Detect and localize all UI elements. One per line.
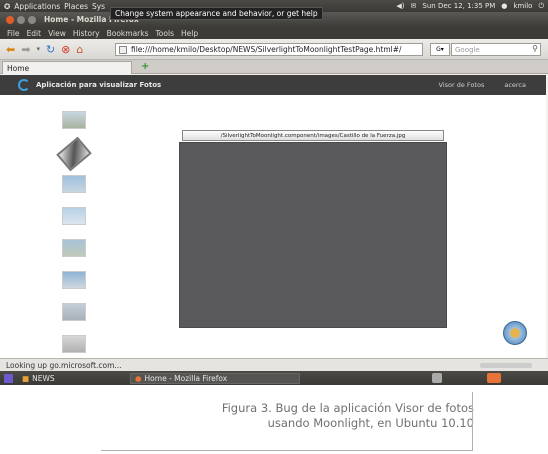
thumbnail[interactable] [62, 239, 86, 257]
task-firefox-label: Home - Mozilla Firefox [144, 374, 228, 383]
thumbnail[interactable] [62, 175, 86, 193]
user-icon: ● [501, 2, 508, 10]
firefox-icon: ● [135, 374, 142, 383]
search-icon[interactable]: ⚲ [532, 44, 538, 53]
status-progress [480, 363, 532, 368]
caption-divider-vertical [472, 392, 473, 451]
search-input[interactable]: Google ⚲ [451, 43, 541, 56]
thumbnail[interactable] [62, 207, 86, 225]
caption-line-1: Figura 3. Bug de la aplicación Visor de … [221, 401, 474, 415]
forward-arrow-icon[interactable]: ➡ [21, 44, 30, 55]
maximize-window-button[interactable] [28, 15, 36, 24]
close-window-button[interactable] [6, 15, 14, 24]
google-icon: G▾ [436, 46, 444, 53]
task-news[interactable]: ■ NEWS [4, 373, 55, 384]
nav-visor-de-fotos[interactable]: Visor de Fotos [439, 81, 485, 89]
home-icon[interactable]: ⌂ [76, 44, 83, 55]
user-name[interactable]: kmilo [513, 2, 532, 10]
workspace-switcher-icon[interactable] [487, 373, 501, 383]
photo-caption: /SilverlightToMoonlight.component/images… [182, 130, 444, 141]
desktop-screenshot: ✪ Applications Places Sys ◀) ✉ Sun Dec 1… [0, 0, 548, 385]
app-logo-icon [18, 79, 30, 91]
app-title: Aplicación para visualizar Fotos [36, 81, 162, 89]
minimize-window-button[interactable] [17, 15, 25, 24]
clock[interactable]: Sun Dec 12, 1:35 PM [422, 2, 495, 10]
photo-display [179, 142, 447, 328]
panel-indicators: ◀) ✉ Sun Dec 12, 1:35 PM ● kmilo ⏻ [396, 0, 544, 12]
volume-icon[interactable]: ◀) [396, 2, 404, 10]
tab-label: Home [7, 63, 30, 73]
app-nav: Visor de Fotos acerca [439, 75, 526, 95]
thumbnail-selected[interactable] [56, 136, 92, 172]
menu-places[interactable]: Places [64, 2, 88, 11]
menu-bookmarks[interactable]: Bookmarks [107, 29, 149, 38]
tab-home[interactable]: Home [2, 61, 132, 74]
task-news-label: NEWS [32, 374, 55, 383]
menubar: File Edit View History Bookmarks Tools H… [0, 27, 548, 39]
navigation-ring-icon[interactable] [503, 321, 527, 345]
folder-icon: ■ [22, 374, 30, 383]
trash-icon[interactable] [432, 373, 442, 383]
thumbnail[interactable] [62, 111, 86, 129]
page-favicon-icon [119, 45, 127, 54]
thumbnail[interactable] [62, 303, 86, 321]
thumbnail[interactable] [62, 335, 86, 353]
menu-file[interactable]: File [7, 29, 20, 38]
figure-caption: Figura 3. Bug de la aplicación Visor de … [222, 401, 474, 431]
caption-divider [101, 450, 472, 451]
status-text: Looking up go.microsoft.com... [6, 360, 122, 370]
navigation-toolbar: ⬅ ➡ ▾ ↻ ⊗ ⌂ file:///home/kmilo/Desktop/N… [0, 39, 548, 60]
caption-line-2: usando Moonlight, en Ubuntu 10.10 [267, 416, 474, 430]
menu-help[interactable]: Help [181, 29, 198, 38]
zoom-navigation-widget[interactable] [500, 318, 530, 348]
thumbnail[interactable] [62, 271, 86, 289]
url-text: file:///home/kmilo/Desktop/NEWS/Silverli… [131, 45, 402, 54]
menu-applications[interactable]: Applications [14, 2, 60, 11]
url-bar[interactable]: file:///home/kmilo/Desktop/NEWS/Silverli… [115, 43, 423, 56]
menu-edit[interactable]: Edit [27, 29, 42, 38]
menu-tools[interactable]: Tools [156, 29, 174, 38]
menu-system[interactable]: Sys [92, 2, 105, 11]
ubuntu-logo-icon[interactable]: ✪ [4, 2, 10, 11]
mail-icon[interactable]: ✉ [411, 2, 417, 10]
bottom-panel: ■ NEWS ● Home - Mozilla Firefox [0, 371, 548, 385]
menu-view[interactable]: View [48, 29, 66, 38]
task-firefox[interactable]: ● Home - Mozilla Firefox [130, 373, 300, 384]
reload-icon[interactable]: ↻ [46, 44, 55, 55]
page-content: Aplicación para visualizar Fotos Visor d… [0, 75, 546, 358]
menu-history[interactable]: History [73, 29, 100, 38]
new-tab-icon[interactable]: + [141, 61, 149, 72]
search-engine-selector[interactable]: G▾ [430, 43, 450, 56]
back-arrow-icon[interactable]: ⬅ [6, 44, 15, 55]
power-icon[interactable]: ⏻ [538, 2, 544, 11]
history-dropdown-icon[interactable]: ▾ [36, 45, 40, 53]
show-desktop-icon[interactable] [4, 374, 13, 383]
app-header: Aplicación para visualizar Fotos Visor d… [0, 75, 546, 95]
nav-acerca[interactable]: acerca [504, 81, 526, 89]
system-tooltip: Change system appearance and behavior, o… [110, 7, 323, 20]
stop-icon[interactable]: ⊗ [61, 44, 70, 55]
tab-strip: Home + [0, 60, 548, 74]
status-bar: Looking up go.microsoft.com... [0, 358, 548, 371]
search-placeholder: Google [455, 45, 480, 54]
